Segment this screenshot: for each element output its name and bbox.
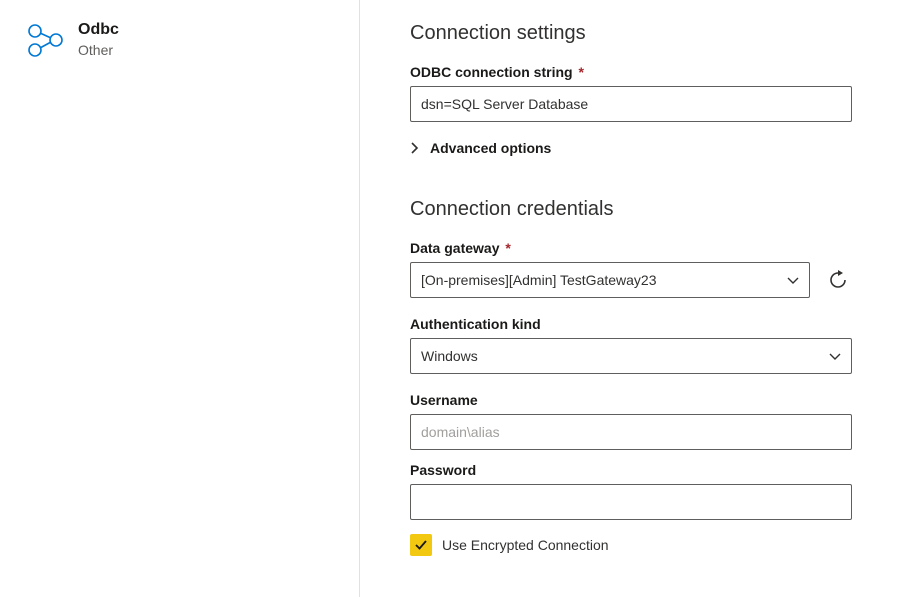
credentials-heading: Connection credentials [410,196,874,222]
password-input[interactable] [410,484,852,520]
encrypted-connection-label: Use Encrypted Connection [442,537,609,553]
connector-subtitle: Other [78,42,119,59]
required-indicator: * [575,64,584,80]
gateway-label: Data gateway * [410,240,874,256]
settings-heading: Connection settings [410,20,874,46]
connection-string-input[interactable] [410,86,852,122]
username-label: Username [410,392,874,408]
gateway-select[interactable]: [On-premises][Admin] TestGateway23 [410,262,810,298]
refresh-icon [827,269,849,291]
encrypted-connection-checkbox[interactable] [410,534,432,556]
required-indicator: * [501,240,510,256]
advanced-options-label: Advanced options [430,140,551,156]
odbc-icon [24,20,64,60]
connection-string-label: ODBC connection string * [410,64,874,80]
password-label: Password [410,462,874,478]
auth-kind-select[interactable]: Windows [410,338,852,374]
chevron-right-icon [410,141,420,155]
connector-sidebar: Odbc Other [0,0,360,597]
connection-form: Connection settings ODBC connection stri… [360,0,914,597]
username-input[interactable] [410,414,852,450]
advanced-options-toggle[interactable]: Advanced options [410,140,874,156]
refresh-gateway-button[interactable] [824,266,852,294]
connector-title: Odbc [78,20,119,40]
check-icon [414,538,428,552]
auth-kind-label: Authentication kind [410,316,874,332]
